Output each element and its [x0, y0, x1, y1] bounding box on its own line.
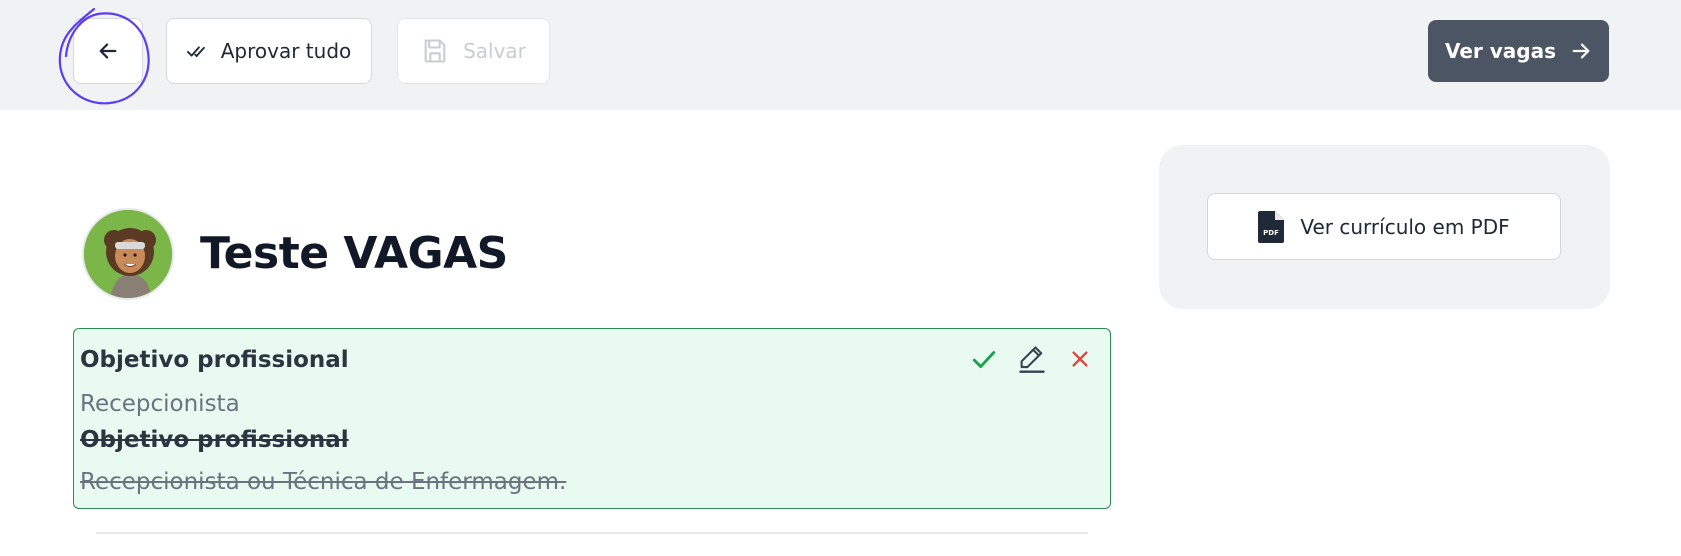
save-button[interactable]: Salvar [397, 18, 550, 84]
back-button[interactable] [73, 18, 143, 84]
top-toolbar: Aprovar tudo Salvar Ver vagas [0, 0, 1681, 110]
reject-change-button[interactable] [1066, 343, 1094, 375]
section-divider [96, 532, 1088, 534]
close-icon [1072, 351, 1088, 367]
change-review-card: Objetivo profissional Recepcionista Obje… [73, 328, 1111, 509]
avatar-illustration [84, 210, 172, 298]
double-check-icon [186, 46, 205, 57]
view-pdf-resume-button[interactable]: PDF Ver currículo em PDF [1207, 193, 1561, 260]
avatar [82, 208, 174, 300]
pencil-icon [1019, 346, 1045, 373]
view-jobs-button[interactable]: Ver vagas [1428, 20, 1609, 82]
floppy-disk-icon [424, 39, 446, 63]
new-section-heading: Objetivo profissional [80, 347, 349, 373]
old-section-value: Recepcionista ou Técnica de Enfermagem. [80, 469, 567, 495]
view-jobs-label: Ver vagas [1444, 39, 1557, 63]
arrow-left-icon [99, 43, 117, 59]
check-icon [972, 351, 996, 368]
card-actions [970, 343, 1094, 375]
edit-change-button[interactable] [1018, 343, 1046, 375]
old-section-heading: Objetivo profissional [80, 427, 349, 453]
new-section-value: Recepcionista [80, 391, 240, 417]
arrow-right-icon [1572, 43, 1590, 59]
view-pdf-resume-label: Ver currículo em PDF [1300, 214, 1510, 239]
sidebar-panel: PDF Ver currículo em PDF [1159, 145, 1610, 309]
save-label: Salvar [463, 39, 526, 63]
approve-change-button[interactable] [970, 343, 998, 375]
pdf-icon-text: PDF [1263, 229, 1279, 237]
page-title: Teste VAGAS [200, 228, 508, 279]
approve-all-label: Aprovar tudo [220, 39, 352, 63]
pdf-file-icon: PDF [1258, 210, 1285, 243]
approve-all-button[interactable]: Aprovar tudo [166, 18, 372, 84]
